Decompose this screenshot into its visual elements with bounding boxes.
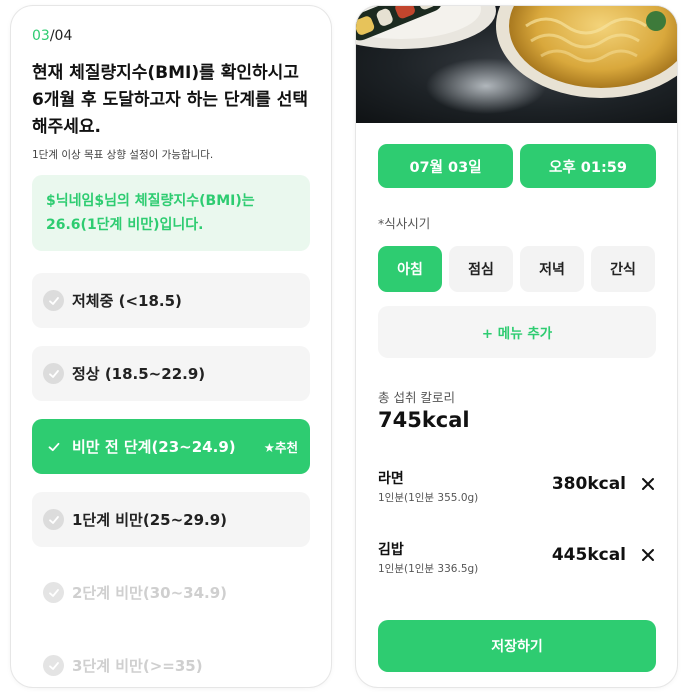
- option-label: 2단계 비만(30~34.9): [72, 584, 228, 602]
- option-label: 3단계 비만(>=35): [72, 657, 203, 675]
- check-icon: [43, 509, 64, 530]
- option-pre-obese[interactable]: 비만 전 단계(23~24.9) ★추천: [32, 419, 310, 474]
- option-obese-1[interactable]: 1단계 비만(25~29.9): [32, 492, 310, 547]
- step-current: 03: [32, 28, 50, 44]
- check-icon: [43, 582, 64, 603]
- option-label: 1단계 비만(25~29.9): [72, 511, 228, 529]
- recommended-badge: ★추천: [263, 440, 298, 455]
- add-menu-button[interactable]: + 메뉴 추가: [378, 306, 656, 358]
- question-subtitle: 1단계 이상 목표 상향 설정이 가능합니다.: [32, 149, 214, 161]
- food-photo-art: [356, 6, 677, 114]
- bmi-notice: $닉네임$님의 체질량지수(BMI)는 26.6(1단계 비만)입니다.: [32, 175, 310, 251]
- check-icon: [43, 290, 64, 311]
- option-label: 비만 전 단계(23~24.9): [72, 438, 236, 456]
- tab-breakfast[interactable]: 아침: [378, 246, 442, 292]
- tab-lunch[interactable]: 점심: [449, 246, 513, 292]
- tab-snack[interactable]: 간식: [591, 246, 655, 292]
- check-icon: [43, 363, 64, 384]
- step-indicator: 03/04: [32, 28, 72, 44]
- question-title: 현재 체질량지수(BMI)를 확인하시고 6개월 후 도달하고자 하는 단계를 …: [32, 63, 309, 137]
- bmi-goal-panel: 03/04 현재 체질량지수(BMI)를 확인하시고 6개월 후 도달하고자 하…: [11, 6, 331, 687]
- close-icon[interactable]: [640, 547, 656, 563]
- screen: 03/04 현재 체질량지수(BMI)를 확인하시고 6개월 후 도달하고자 하…: [0, 0, 693, 692]
- food-portion: 1인분(1인분 336.5g): [378, 563, 479, 575]
- food-name: 라면: [378, 471, 404, 487]
- option-underweight[interactable]: 저체중 (<18.5): [32, 273, 310, 328]
- food-portion: 1인분(1인분 355.0g): [378, 492, 479, 504]
- option-obese-2: 2단계 비만(30~34.9): [32, 565, 310, 620]
- tab-dinner[interactable]: 저녁: [520, 246, 584, 292]
- time-button[interactable]: 오후 01:59: [520, 144, 656, 188]
- save-button[interactable]: 저장하기: [378, 620, 656, 672]
- option-obese-3: 3단계 비만(>=35): [32, 638, 310, 687]
- food-item: 김밥 1인분(1인분 336.5g) 445kcal: [378, 539, 656, 583]
- check-icon: [43, 655, 64, 676]
- date-button[interactable]: 07월 03일: [378, 144, 513, 188]
- meal-log-panel: 07월 03일 오후 01:59 *식사시기 아침 점심 저녁 간식 + 메뉴 …: [356, 6, 677, 687]
- food-photo: [356, 6, 677, 123]
- close-icon[interactable]: [640, 476, 656, 492]
- option-label: 정상 (18.5~22.9): [72, 365, 206, 383]
- food-name: 김밥: [378, 542, 404, 558]
- option-normal[interactable]: 정상 (18.5~22.9): [32, 346, 310, 401]
- food-item: 라면 1인분(1인분 355.0g) 380kcal: [378, 468, 656, 512]
- meal-time-label: *식사시기: [378, 216, 431, 231]
- option-label: 저체중 (<18.5): [72, 292, 182, 310]
- step-total: /04: [49, 28, 73, 44]
- total-calories-label: 총 섭취 칼로리: [378, 390, 455, 405]
- total-calories-value: 745kcal: [378, 408, 470, 432]
- check-icon: [43, 436, 64, 457]
- food-kcal: 380kcal: [551, 474, 626, 494]
- food-kcal: 445kcal: [551, 545, 626, 565]
